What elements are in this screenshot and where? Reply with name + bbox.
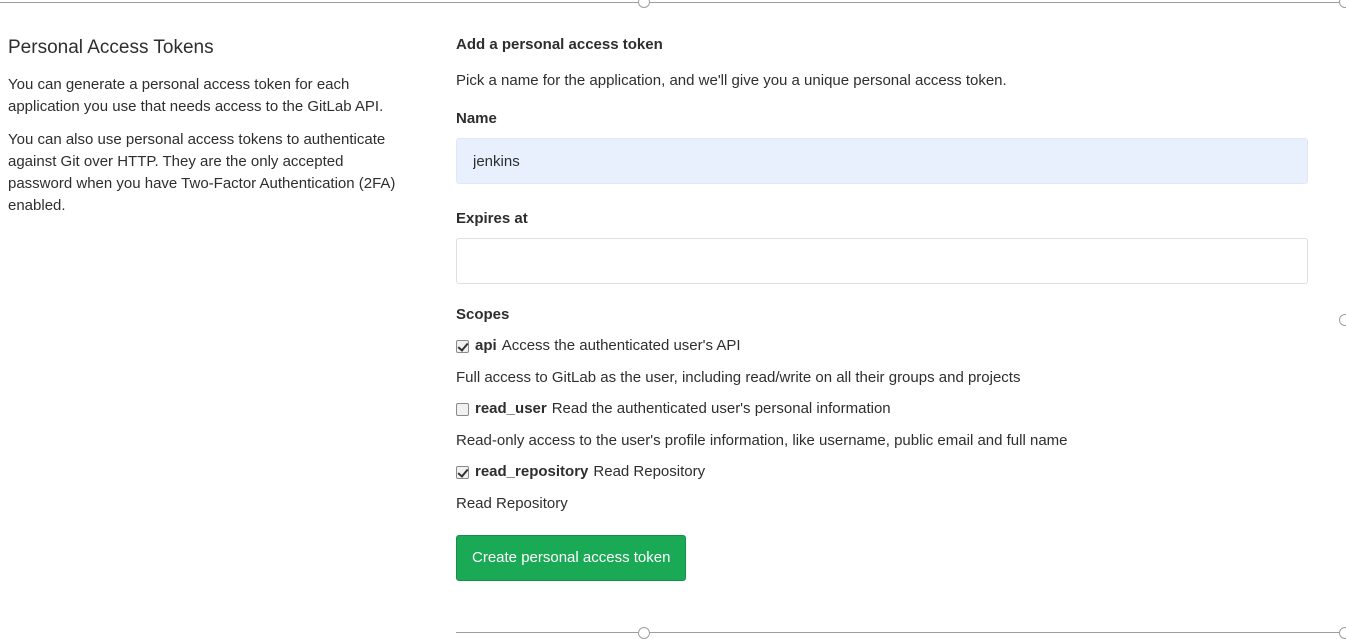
scope-api-name: api — [475, 337, 497, 354]
scope-read-repository[interactable]: read_repository Read Repository — [456, 461, 1308, 483]
form-title: Add a personal access token — [456, 36, 663, 53]
info-paragraph-api: You can generate a personal access token… — [8, 76, 384, 115]
scope-read-user-help: Read-only access to the user's profile i… — [456, 432, 1068, 449]
top-border-line — [0, 2, 1346, 3]
scope-read-user-summary: Read the authenticated user's personal i… — [551, 400, 891, 417]
scope-read-repository-summary: Read Repository — [593, 463, 706, 480]
resize-handle-top-right[interactable] — [1339, 0, 1346, 8]
name-input[interactable] — [456, 138, 1308, 184]
expires-at-input[interactable] — [456, 238, 1308, 284]
resize-handle-top[interactable] — [638, 0, 650, 8]
scope-read-repository-name: read_repository — [475, 463, 589, 480]
bottom-border-line — [456, 632, 1346, 633]
scope-api[interactable]: api Access the authenticated user's API — [456, 335, 1308, 357]
scope-api-help: Full access to GitLab as the user, inclu… — [456, 369, 1021, 386]
scopes-label: Scopes — [456, 306, 510, 323]
scope-read-user[interactable]: read_user Read the authenticated user's … — [456, 398, 1308, 420]
create-token-button[interactable]: Create personal access token — [456, 535, 687, 581]
info-column: Personal Access Tokens You can generate … — [8, 36, 403, 228]
info-paragraph-git-http: You can also use personal access tokens … — [8, 131, 396, 214]
token-form: Add a personal access token Pick a name … — [456, 34, 1308, 581]
form-description: Pick a name for the application, and we'… — [456, 72, 1007, 89]
expires-at-label: Expires at — [456, 210, 528, 227]
scope-read-user-checkbox[interactable] — [456, 402, 469, 416]
scope-api-summary: Access the authenticated user's API — [501, 337, 741, 354]
scope-read-repository-help: Read Repository — [456, 495, 568, 512]
resize-handle-bottom-right[interactable] — [1339, 627, 1346, 639]
resize-handle-right[interactable] — [1339, 314, 1346, 326]
scope-read-repository-checkbox[interactable] — [456, 465, 469, 479]
scope-api-checkbox[interactable] — [456, 339, 469, 353]
scope-read-user-name: read_user — [475, 400, 547, 417]
page-title: Personal Access Tokens — [8, 37, 214, 58]
resize-handle-bottom[interactable] — [638, 627, 650, 639]
name-label: Name — [456, 110, 497, 127]
